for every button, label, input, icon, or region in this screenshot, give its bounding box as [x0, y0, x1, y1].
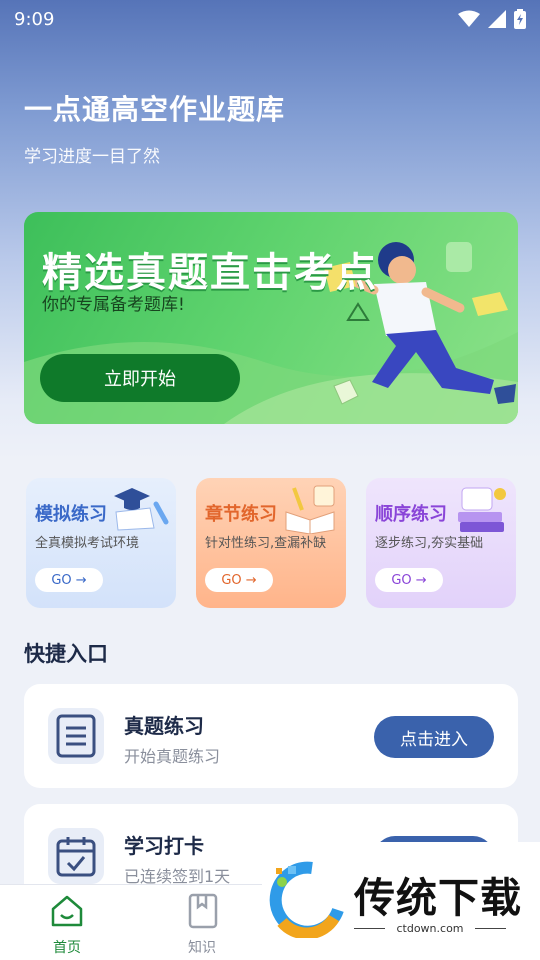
start-now-button[interactable]: 立即开始: [40, 354, 240, 402]
document-icon: [48, 708, 104, 764]
go-button[interactable]: GO →: [35, 568, 103, 592]
wifi-icon: [458, 10, 480, 27]
tab-label: 知识: [188, 940, 216, 956]
entry-title: 真题练习: [124, 714, 204, 738]
watermark-text: 传统下载: [354, 874, 522, 922]
status-icons: [458, 9, 526, 29]
mock-exam-card[interactable]: 模拟练习 全真模拟考试环境 GO →: [26, 478, 176, 608]
card-title: 顺序练习: [375, 504, 447, 525]
open-book-icon: [285, 485, 335, 534]
real-exam-entry[interactable]: 真题练习 开始真题练习 点击进入: [24, 684, 518, 788]
sequential-practice-card[interactable]: 顺序练习 逐步练习,夯实基础 GO →: [366, 478, 516, 608]
card-title: 章节练习: [205, 504, 277, 525]
app-subtitle: 学习进度一目了然: [24, 147, 160, 167]
card-desc: 针对性练习,查漏补缺: [205, 536, 327, 551]
watermark-url: ctdown.com: [385, 922, 475, 935]
go-button[interactable]: GO →: [205, 568, 273, 592]
practice-cards: 模拟练习 全真模拟考试环境 GO → 章节练习 针对性练习,查漏补缺 GO → …: [26, 478, 516, 610]
entry-title: 学习打卡: [124, 834, 204, 858]
home-icon: [51, 895, 83, 927]
card-title: 模拟练习: [35, 504, 107, 525]
card-desc: 逐步练习,夯实基础: [375, 536, 484, 551]
go-button[interactable]: GO →: [375, 568, 443, 592]
book-stack-icon: [458, 487, 506, 532]
app-title: 一点通高空作业题库: [24, 93, 286, 126]
banner-subtitle: 你的专属备考题库!: [42, 295, 185, 315]
calendar-check-icon: [48, 828, 104, 884]
tab-home[interactable]: 首页: [27, 893, 107, 957]
status-time: 9:09: [14, 8, 55, 30]
watermark-logo-icon: [269, 861, 344, 938]
status-bar: 9:09: [0, 0, 540, 38]
entry-subtitle: 开始真题练习: [124, 747, 221, 766]
page-header: 一点通高空作业题库 学习进度一目了然: [24, 88, 285, 167]
tab-knowledge[interactable]: 知识: [162, 893, 242, 957]
promo-banner[interactable]: 精选真题直击考点 你的专属备考题库! 立即开始: [24, 212, 518, 424]
watermark: 传统下载 ctdown.com: [262, 842, 540, 960]
book-icon: [188, 893, 218, 929]
battery-icon: [514, 9, 526, 29]
quick-entry-title: 快捷入口: [24, 642, 108, 666]
enter-button[interactable]: 点击进入: [374, 716, 494, 758]
chapter-practice-card[interactable]: 章节练习 针对性练习,查漏补缺 GO →: [196, 478, 346, 608]
tab-label: 首页: [53, 940, 81, 956]
signal-icon: [488, 10, 506, 28]
card-desc: 全真模拟考试环境: [35, 536, 140, 551]
graduation-cap-icon: [114, 488, 169, 531]
